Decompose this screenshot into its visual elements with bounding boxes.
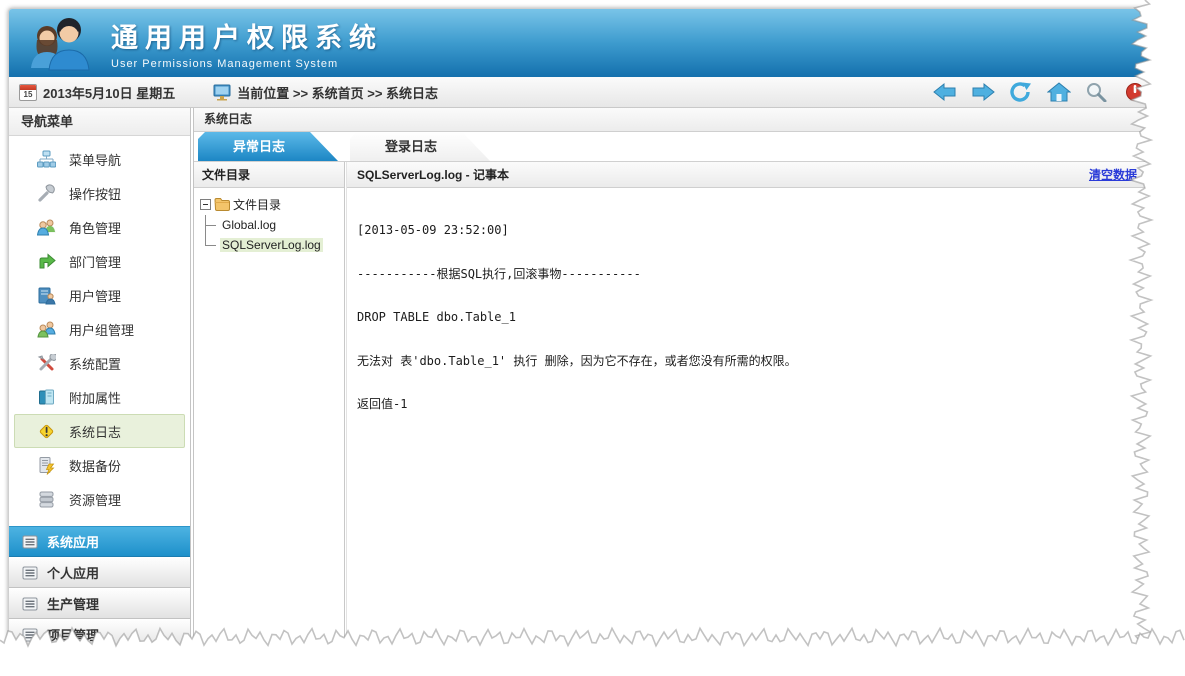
section-label: 个人应用	[47, 563, 99, 582]
wrench-icon	[36, 183, 56, 203]
file-tree: 文件目录 Global.log SQLServerLog.log	[194, 188, 344, 262]
sidebar-item-resources[interactable]: 资源管理	[14, 482, 185, 516]
tree-children: Global.log SQLServerLog.log	[205, 215, 340, 255]
app-title: 通用用户权限系统	[111, 16, 383, 55]
screenshot-canvas: 通用用户权限系统 User Permissions Management Sys…	[0, 0, 1185, 676]
tab-label: 登录日志	[385, 139, 437, 154]
sidebar-section-project-mgmt[interactable]: 项目管理	[9, 619, 190, 646]
sidebar-menu: 菜单导航 操作按钮	[9, 136, 190, 516]
sidebar-section-system-apps[interactable]: 系统应用	[9, 526, 190, 557]
panels-row: 文件目录 文件目录 Global.log	[194, 162, 1151, 645]
file-tree-panel: 文件目录 文件目录 Global.log	[194, 162, 344, 645]
collapse-icon[interactable]	[200, 199, 211, 210]
file-name: SQLServerLog.log	[220, 238, 323, 252]
sidebar-section-production-mgmt[interactable]: 生产管理	[9, 588, 190, 619]
monitor-icon	[213, 84, 231, 101]
backup-icon	[36, 455, 56, 475]
home-icon[interactable]	[1047, 82, 1071, 102]
tree-root-node[interactable]: 文件目录	[198, 195, 340, 213]
app-subtitle: User Permissions Management System	[111, 58, 383, 70]
sidebar-item-departments[interactable]: 部门管理	[14, 244, 185, 278]
sidebar-item-menu-nav[interactable]: 菜单导航	[14, 142, 185, 176]
books-icon	[36, 387, 56, 407]
database-icon	[36, 489, 56, 509]
tree-file-sqlserverlog[interactable]: SQLServerLog.log	[205, 235, 340, 255]
sidebar-item-label: 部门管理	[69, 252, 121, 271]
sidebar-item-label: 菜单导航	[69, 150, 121, 169]
breadcrumb-text: 当前位置 >> 系统首页 >> 系统日志	[237, 83, 438, 102]
department-arrow-icon	[36, 251, 56, 271]
log-line: -----------根据SQL执行,回滚事物-----------	[357, 267, 1141, 282]
calendar-icon: 15	[19, 84, 37, 101]
sidebar-item-data-backup[interactable]: 数据备份	[14, 448, 185, 482]
list-icon	[22, 597, 38, 611]
log-line: 返回值-1	[357, 397, 1141, 412]
sidebar-item-label: 附加属性	[69, 388, 121, 407]
tab-login-log[interactable]: 登录日志	[350, 132, 490, 161]
log-line: [2013-05-09 23:52:00]	[357, 223, 1141, 238]
forward-icon[interactable]	[971, 82, 995, 102]
sidebar-item-label: 用户组管理	[69, 320, 134, 339]
clear-data-link[interactable]: 清空数据	[1089, 166, 1137, 183]
tree-root-label: 文件目录	[233, 196, 281, 213]
sidebar-section-personal-apps[interactable]: 个人应用	[9, 557, 190, 588]
sidebar-item-label: 数据备份	[69, 456, 121, 475]
warning-icon	[36, 421, 56, 441]
section-label: 生产管理	[47, 594, 99, 613]
sidebar-item-label: 用户管理	[69, 286, 121, 305]
tab-exception-log[interactable]: 异常日志	[198, 132, 338, 161]
log-panel: SQLServerLog.log - 记事本 清空数据 [2013-05-09 …	[347, 162, 1151, 645]
refresh-icon[interactable]	[1009, 82, 1033, 102]
sidebar-title: 导航菜单	[9, 108, 190, 136]
sidebar-item-system-config[interactable]: 系统配置	[14, 346, 185, 380]
page-title: 系统日志	[194, 108, 1151, 132]
section-label: 项目管理	[47, 625, 99, 644]
users-logo-icon	[25, 14, 97, 72]
sidebar-sections: 系统应用 个人应用 生产管理	[9, 526, 190, 646]
main-row: 导航菜单 菜单导航	[9, 108, 1151, 645]
log-line: 无法对 表'dbo.Table_1' 执行 删除，因为它不存在，或者您没有所需的…	[357, 354, 1141, 369]
date-display: 15 2013年5月10日 星期五	[19, 83, 175, 102]
breadcrumb: 当前位置 >> 系统首页 >> 系统日志	[213, 83, 438, 102]
user-group-icon	[36, 319, 56, 339]
log-line: DROP TABLE dbo.Table_1	[357, 310, 1141, 325]
app-header: 通用用户权限系统 User Permissions Management Sys…	[9, 9, 1151, 77]
sidebar-item-users[interactable]: 用户管理	[14, 278, 185, 312]
sitemap-icon	[36, 149, 56, 169]
tab-label: 异常日志	[233, 139, 285, 154]
list-icon	[22, 535, 38, 549]
sidebar-item-label: 系统日志	[69, 422, 121, 441]
user-book-icon	[36, 285, 56, 305]
tree-file-global-log[interactable]: Global.log	[205, 215, 340, 235]
list-icon	[22, 628, 38, 642]
log-panel-title: SQLServerLog.log - 记事本	[357, 166, 509, 183]
list-icon	[22, 566, 38, 580]
log-content: [2013-05-09 23:52:00] -----------根据SQL执行…	[347, 188, 1151, 645]
sidebar-item-action-buttons[interactable]: 操作按钮	[14, 176, 185, 210]
tab-bar: 异常日志 登录日志	[194, 132, 1151, 162]
sidebar-item-user-groups[interactable]: 用户组管理	[14, 312, 185, 346]
sidebar: 导航菜单 菜单导航	[9, 108, 191, 645]
tree-panel-header: 文件目录	[194, 162, 344, 188]
file-name: Global.log	[220, 218, 278, 232]
sidebar-item-extra-attributes[interactable]: 附加属性	[14, 380, 185, 414]
sidebar-item-label: 操作按钮	[69, 184, 121, 203]
sidebar-item-roles[interactable]: 角色管理	[14, 210, 185, 244]
sidebar-item-label: 资源管理	[69, 490, 121, 509]
content-area: 系统日志 异常日志 登录日志 文件目录	[193, 108, 1151, 645]
app-window: 通用用户权限系统 User Permissions Management Sys…	[8, 8, 1152, 646]
section-label: 系统应用	[47, 532, 99, 551]
search-icon[interactable]	[1085, 82, 1109, 102]
tools-icon	[36, 353, 56, 373]
back-icon[interactable]	[933, 82, 957, 102]
folder-icon	[214, 197, 230, 211]
roles-icon	[36, 217, 56, 237]
toolbar: 15 2013年5月10日 星期五 当前位置 >> 系统首页 >> 系统日志	[9, 77, 1151, 108]
toolbar-nav	[933, 82, 1151, 102]
sidebar-item-label: 系统配置	[69, 354, 121, 373]
sidebar-item-label: 角色管理	[69, 218, 121, 237]
date-text: 2013年5月10日 星期五	[43, 83, 175, 102]
logout-icon[interactable]	[1123, 82, 1147, 102]
sidebar-item-system-logs[interactable]: 系统日志	[14, 414, 185, 448]
